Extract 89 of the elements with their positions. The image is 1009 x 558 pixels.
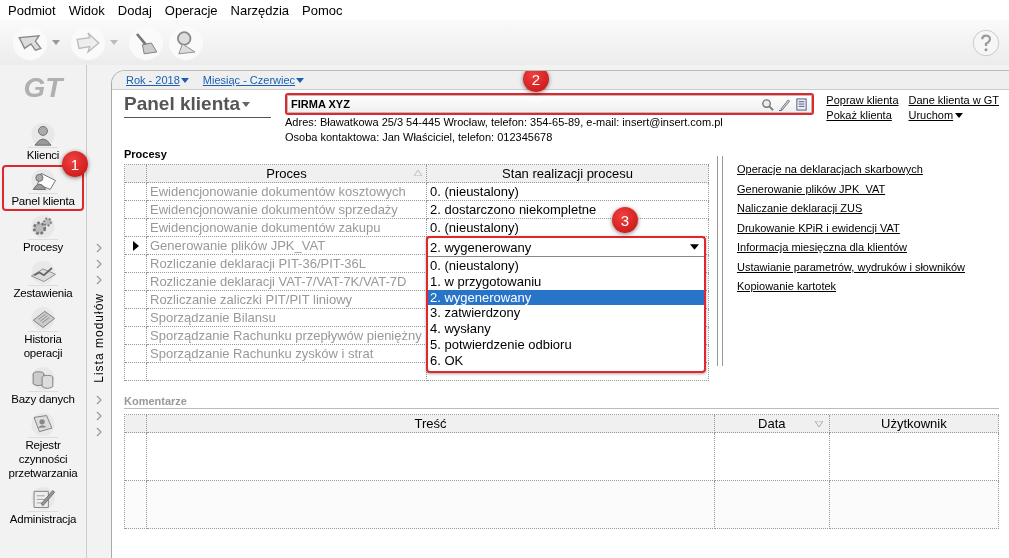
section-title: Komentarze bbox=[124, 395, 999, 409]
table-cell: Sporządzanie Rachunku zysków i strat bbox=[147, 345, 427, 363]
table-cell: Rozliczanie deklaracji VAT-7/VAT-7K/VAT-7D bbox=[147, 273, 427, 291]
task-link[interactable]: Generowanie plików JPK_VAT bbox=[737, 181, 966, 196]
menu-item[interactable]: Narzędzia bbox=[224, 2, 297, 18]
menu-item[interactable]: Dodaj bbox=[111, 2, 159, 18]
clipboard-icon bbox=[28, 306, 58, 332]
row-header-cell[interactable] bbox=[125, 255, 147, 273]
sort-icon bbox=[414, 170, 422, 176]
task-link[interactable]: Ustawianie parametrów, wydruków i słowników bbox=[737, 259, 966, 274]
callout-badge: 2 bbox=[523, 71, 550, 92]
status-dropdown[interactable]: 2. wygenerowany 0. (nieustalony) 1. w przygotowaniu 2. wygenerowany 3. zatwierdzony 4. wysłany 5. potwierdzenie odbioru 6. OK bbox=[426, 236, 706, 373]
table-cell: Ewidencjonowanie dokumentów zakupu bbox=[147, 219, 427, 237]
logo: GT bbox=[23, 71, 63, 105]
menu-item[interactable]: Pomoc bbox=[296, 2, 350, 18]
sidebar-item[interactable]: Rejestr czynności przetwarzania bbox=[2, 409, 84, 483]
dropdown-option[interactable]: 5. potwierdzenie odbioru bbox=[428, 337, 704, 353]
caret-icon[interactable] bbox=[690, 244, 699, 250]
pencil-icon[interactable] bbox=[778, 97, 792, 111]
menu-item[interactable]: Widok bbox=[62, 2, 112, 18]
menu-item[interactable]: Podmiot bbox=[2, 2, 63, 18]
task-link[interactable]: Kopiowanie kartotek bbox=[737, 279, 966, 294]
task-link[interactable]: Naliczanie deklaracji ZUS bbox=[737, 201, 966, 216]
module-list-label[interactable]: Lista modułów bbox=[92, 293, 106, 383]
person-icon bbox=[28, 122, 58, 148]
dropdown-option[interactable]: 6. OK bbox=[428, 352, 704, 369]
filter-icon[interactable] bbox=[814, 421, 823, 427]
list-icon[interactable] bbox=[795, 97, 809, 111]
status-combobox[interactable]: 2. wygenerowany bbox=[428, 238, 704, 257]
dropdown-option[interactable]: 4. wysłany bbox=[428, 321, 704, 337]
help-icon[interactable] bbox=[971, 27, 1001, 58]
callout-badge: 1 bbox=[62, 151, 88, 177]
column-header[interactable]: Użytkownik bbox=[829, 415, 999, 433]
chevron-icon[interactable] bbox=[96, 426, 102, 437]
sidebar-item[interactable]: Procesy bbox=[2, 211, 84, 257]
dropdown-option[interactable]: 0. (nieustalony) bbox=[428, 258, 704, 274]
table-cell: Sporządzanie Bilansu bbox=[147, 309, 427, 327]
panel-title[interactable]: Panel klienta bbox=[124, 93, 272, 118]
table-cell: Sporządzanie Rachunku przepływów pieniężny bbox=[147, 327, 427, 345]
period-dropdown[interactable]: Miesiąc - Czerwiec bbox=[202, 74, 305, 86]
table-cell: Ewidencjonowanie dokumentów sprzedaży bbox=[147, 201, 427, 219]
column-header[interactable]: Data bbox=[714, 415, 830, 433]
task-link[interactable]: Operacje na deklaracjach skarbowych bbox=[737, 162, 966, 177]
row-header-cell[interactable] bbox=[125, 345, 147, 363]
address-text: Adres: Bławatkowa 25/3 54-445 Wrocław, telefon: 354-65-89, e-mail: insert@insert.com.pl bbox=[285, 115, 724, 130]
sidebar-item[interactable]: Historia operacji bbox=[2, 303, 84, 363]
row-header-cell[interactable] bbox=[125, 183, 147, 201]
action-link[interactable]: Dane klienta w GT bbox=[908, 94, 999, 106]
action-link[interactable]: Pokaż klienta bbox=[826, 109, 899, 121]
row-header-cell[interactable] bbox=[125, 291, 147, 309]
column-header[interactable]: Proces bbox=[147, 165, 427, 183]
document-pen-icon bbox=[28, 486, 58, 512]
sidebar-item[interactable]: Bazy danych bbox=[2, 363, 84, 409]
gears-icon bbox=[28, 214, 58, 240]
row-header-cell[interactable] bbox=[125, 219, 147, 237]
table-cell: Rozliczanie zaliczki PIT/PIT liniowy bbox=[147, 291, 427, 309]
id-card-icon bbox=[28, 412, 58, 438]
task-link[interactable]: Drukowanie KPiR i ewidencji VAT bbox=[737, 220, 966, 235]
chevron-icon[interactable] bbox=[96, 410, 102, 421]
contact-text: Osoba kontaktowa: Jan Właściciel, telefon: 012345678 bbox=[285, 130, 554, 145]
client-field[interactable]: FIRMA XYZ bbox=[285, 93, 815, 115]
sidebar-item[interactable]: Administracja bbox=[2, 483, 84, 529]
database-icon bbox=[28, 366, 58, 392]
period-dropdown[interactable]: Rok - 2018 bbox=[126, 74, 189, 86]
person-card-icon bbox=[28, 168, 58, 194]
column-header[interactable]: Treść bbox=[147, 415, 715, 433]
dropdown-option[interactable]: 1. w przygotowaniu bbox=[428, 273, 704, 290]
row-header-cell[interactable] bbox=[125, 201, 147, 219]
row-header-cell[interactable] bbox=[125, 273, 147, 291]
task-link[interactable]: Informacja miesięczna dla klientów bbox=[737, 240, 966, 255]
action-link[interactable]: Popraw klienta bbox=[826, 94, 899, 106]
chevron-icon[interactable] bbox=[96, 394, 102, 405]
current-row-icon bbox=[132, 240, 139, 251]
table-cell: Rozliczanie deklaracji PIT-36/PIT-36L bbox=[147, 255, 427, 273]
menu-link[interactable]: Uruchom bbox=[908, 109, 999, 121]
column-header[interactable]: Stan realizacji procesu bbox=[427, 165, 709, 183]
caret-icon[interactable] bbox=[955, 112, 964, 118]
menu-item[interactable]: Operacje bbox=[158, 2, 225, 18]
row-header-cell[interactable] bbox=[125, 309, 147, 327]
section-title: Procesy bbox=[124, 148, 168, 160]
table-cell: 0. (nieustalony) bbox=[427, 183, 709, 201]
sidebar-item[interactable]: Zestawienia bbox=[2, 257, 84, 303]
row-header-cell[interactable] bbox=[125, 237, 147, 255]
chart-icon bbox=[28, 260, 58, 286]
table-cell: Ewidencjonowanie dokumentów kosztowych bbox=[147, 183, 427, 201]
search-icon[interactable] bbox=[761, 97, 775, 111]
dropdown-option[interactable]: 3. zatwierdzony bbox=[428, 305, 704, 322]
dropdown-option[interactable]: 2. wygenerowany bbox=[428, 289, 704, 306]
row-header-cell[interactable] bbox=[125, 327, 147, 345]
